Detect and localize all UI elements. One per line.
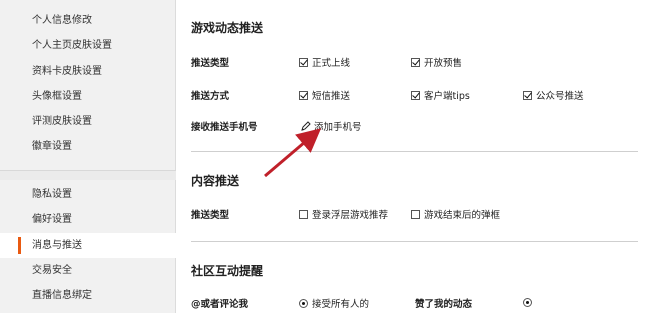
checkbox-icon[interactable]: [299, 90, 308, 100]
label-content-push-type: 推送类型: [191, 210, 230, 221]
section-divider: [191, 151, 638, 152]
sidebar-item-privacy[interactable]: 隐私设置: [0, 182, 176, 207]
radio-like-option[interactable]: [523, 298, 532, 307]
checkbox-icon[interactable]: [299, 57, 308, 67]
option-label: 登录浮层游戏推荐: [312, 210, 389, 221]
option-label: 正式上线: [312, 58, 351, 69]
label-push-type: 推送类型: [191, 58, 230, 69]
sidebar-item-avatar-frame[interactable]: 头像框设置: [0, 84, 176, 109]
section-title-content-push: 内容推送: [191, 174, 240, 188]
sidebar-item-trade-security[interactable]: 交易安全: [0, 258, 176, 283]
checkbox-presale[interactable]: 开放预售: [411, 55, 462, 69]
radio-accept-all[interactable]: 接受所有人的: [299, 296, 369, 310]
checkbox-icon[interactable]: [523, 90, 532, 100]
label-phone: 接收推送手机号: [191, 122, 258, 133]
sidebar-group-profile: 个人信息修改 个人主页皮肤设置 资料卡皮肤设置 头像框设置 评测皮肤设置 徽章设…: [0, 8, 176, 160]
option-label: 游戏结束后的弹框: [424, 210, 501, 221]
option-label: 短信推送: [312, 91, 351, 102]
option-label: 接受所有人的: [312, 299, 370, 310]
sidebar-group-settings: 隐私设置 偏好设置 消息与推送 交易安全 直播信息绑定: [0, 182, 176, 308]
checkbox-official-launch[interactable]: 正式上线: [299, 55, 350, 69]
section-title-game-push: 游戏动态推送: [191, 21, 264, 35]
label-at-comment: @或者评论我: [191, 299, 249, 310]
sidebar-item-profile-edit[interactable]: 个人信息修改: [0, 8, 176, 33]
option-label: 开放预售: [424, 58, 463, 69]
pencil-icon: [301, 121, 311, 131]
radio-icon[interactable]: [299, 298, 308, 308]
main-content: 游戏动态推送 推送类型 正式上线 开放预售 推送方式 短信推送 客户端tips …: [177, 0, 650, 313]
add-phone-link[interactable]: 添加手机号: [301, 119, 362, 133]
sidebar-item-card-skin[interactable]: 资料卡皮肤设置: [0, 59, 176, 84]
checkbox-sms-push[interactable]: 短信推送: [299, 88, 350, 102]
label-push-method: 推送方式: [191, 91, 230, 102]
sidebar-item-live-binding[interactable]: 直播信息绑定: [0, 283, 176, 308]
sidebar-item-preferences[interactable]: 偏好设置: [0, 207, 176, 232]
checkbox-login-float-recommend[interactable]: 登录浮层游戏推荐: [299, 207, 388, 221]
checkbox-icon[interactable]: [299, 209, 308, 219]
settings-sidebar: 个人信息修改 个人主页皮肤设置 资料卡皮肤设置 头像框设置 评测皮肤设置 徽章设…: [0, 0, 176, 313]
option-label: 客户端tips: [424, 91, 470, 102]
label-liked-post: 赞了我的动态: [415, 299, 473, 310]
add-phone-label: 添加手机号: [314, 122, 362, 133]
sidebar-item-review-skin[interactable]: 评测皮肤设置: [0, 109, 176, 134]
checkbox-icon[interactable]: [411, 90, 420, 100]
sidebar-item-badge[interactable]: 徽章设置: [0, 134, 176, 159]
checkbox-client-tips[interactable]: 客户端tips: [411, 88, 470, 102]
checkbox-icon[interactable]: [411, 57, 420, 67]
sidebar-item-homepage-skin[interactable]: 个人主页皮肤设置: [0, 33, 176, 58]
section-divider: [191, 241, 638, 242]
sidebar-divider: [0, 170, 176, 180]
checkbox-icon[interactable]: [411, 209, 420, 219]
sidebar-item-messages-push[interactable]: 消息与推送: [0, 232, 176, 258]
section-title-community: 社区互动提醒: [191, 264, 264, 278]
checkbox-post-game-popup[interactable]: 游戏结束后的弹框: [411, 207, 500, 221]
option-label: 公众号推送: [536, 91, 584, 102]
checkbox-wechat-push[interactable]: 公众号推送: [523, 88, 584, 102]
